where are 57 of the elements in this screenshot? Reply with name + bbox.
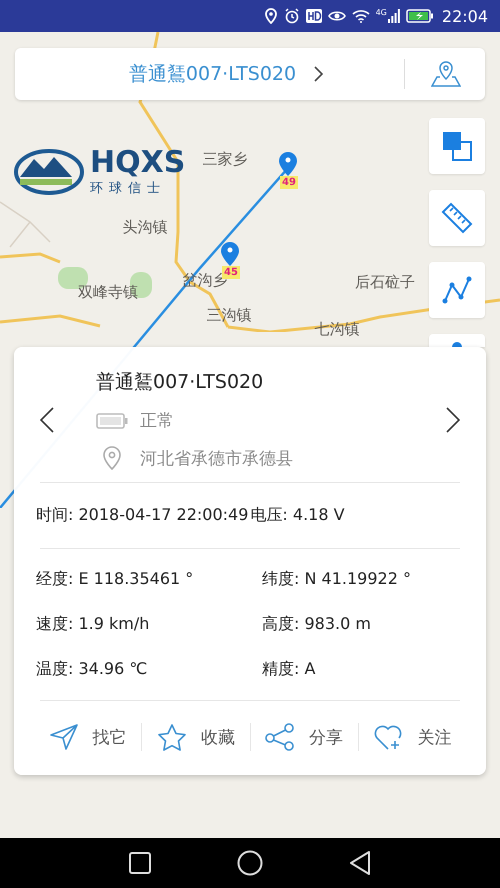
- hd-icon: [306, 9, 322, 23]
- ruler-icon: [441, 202, 473, 234]
- marker-number: 45: [222, 266, 240, 279]
- logo-subtitle: 环球信士: [90, 180, 167, 197]
- ruler-button[interactable]: [429, 190, 485, 246]
- battery-icon: [96, 412, 128, 428]
- signal-icon: [388, 9, 400, 23]
- circle-icon[interactable]: [237, 850, 263, 876]
- map-place-label: 头沟镇: [122, 218, 168, 237]
- layers-button[interactable]: [429, 118, 485, 174]
- chevron-right-icon: [314, 66, 324, 82]
- map-place-label: 三家乡: [202, 150, 248, 169]
- telemetry-reading: 经度: E 118.35461 °: [36, 569, 194, 590]
- person-icon: [452, 341, 462, 347]
- alarm-icon: [284, 8, 300, 24]
- heart-plus-icon: [373, 723, 404, 751]
- share-icon: [265, 723, 296, 751]
- mountain-logo-icon: [14, 149, 84, 195]
- network-type: 4G: [376, 8, 387, 17]
- map-pin-icon[interactable]: [279, 152, 297, 176]
- telemetry-reading: 精度: A: [261, 659, 316, 680]
- star-icon: [156, 723, 187, 751]
- location-pin-icon: [103, 446, 121, 470]
- telemetry-reading: 温度: 34.96 ℃: [36, 659, 148, 680]
- device-name: 普通鵟007·LTS020: [96, 370, 264, 395]
- address: 河北省承德市承德县: [140, 448, 293, 470]
- eye-icon: [328, 9, 346, 23]
- time-reading: 时间: 2018-04-17 22:00:49: [36, 505, 248, 526]
- battery-status: 正常: [140, 410, 174, 432]
- telemetry-reading: 速度: 1.9 km/h: [36, 614, 150, 635]
- wifi-icon: [352, 9, 370, 23]
- map-pin-icon[interactable]: [221, 242, 239, 266]
- back-triangle-icon[interactable]: [349, 851, 371, 875]
- location-icon: [264, 8, 278, 24]
- marker-number: 49: [280, 176, 298, 189]
- navigate-button[interactable]: 找它: [34, 719, 142, 755]
- map-place-label: 三沟镇: [206, 306, 252, 325]
- square-icon[interactable]: [129, 852, 151, 874]
- map[interactable]: [0, 32, 500, 838]
- map-location-icon[interactable]: [431, 60, 461, 88]
- telemetry-reading: 纬度: N 41.19922 °: [261, 569, 412, 590]
- telemetry-reading: 高度: 983.0 m: [261, 614, 372, 635]
- layers-icon: [442, 131, 472, 161]
- chevron-right-icon[interactable]: [446, 406, 460, 432]
- follow-button[interactable]: 关注: [358, 719, 466, 755]
- paper-plane-icon: [48, 723, 79, 751]
- map-place-label: 后石砬子: [355, 273, 415, 292]
- voltage-reading: 电压: 4.18 V: [250, 505, 345, 526]
- chevron-left-icon[interactable]: [40, 406, 54, 432]
- favorite-button[interactable]: 收藏: [142, 719, 250, 755]
- battery-charging-icon: [406, 9, 434, 23]
- map-place-label: 双峰寺镇: [78, 283, 138, 302]
- route-icon: [442, 275, 472, 305]
- share-button[interactable]: 分享: [250, 719, 358, 755]
- route-button[interactable]: [429, 262, 485, 318]
- clock: 22:04: [442, 6, 488, 26]
- person-button[interactable]: [429, 334, 485, 347]
